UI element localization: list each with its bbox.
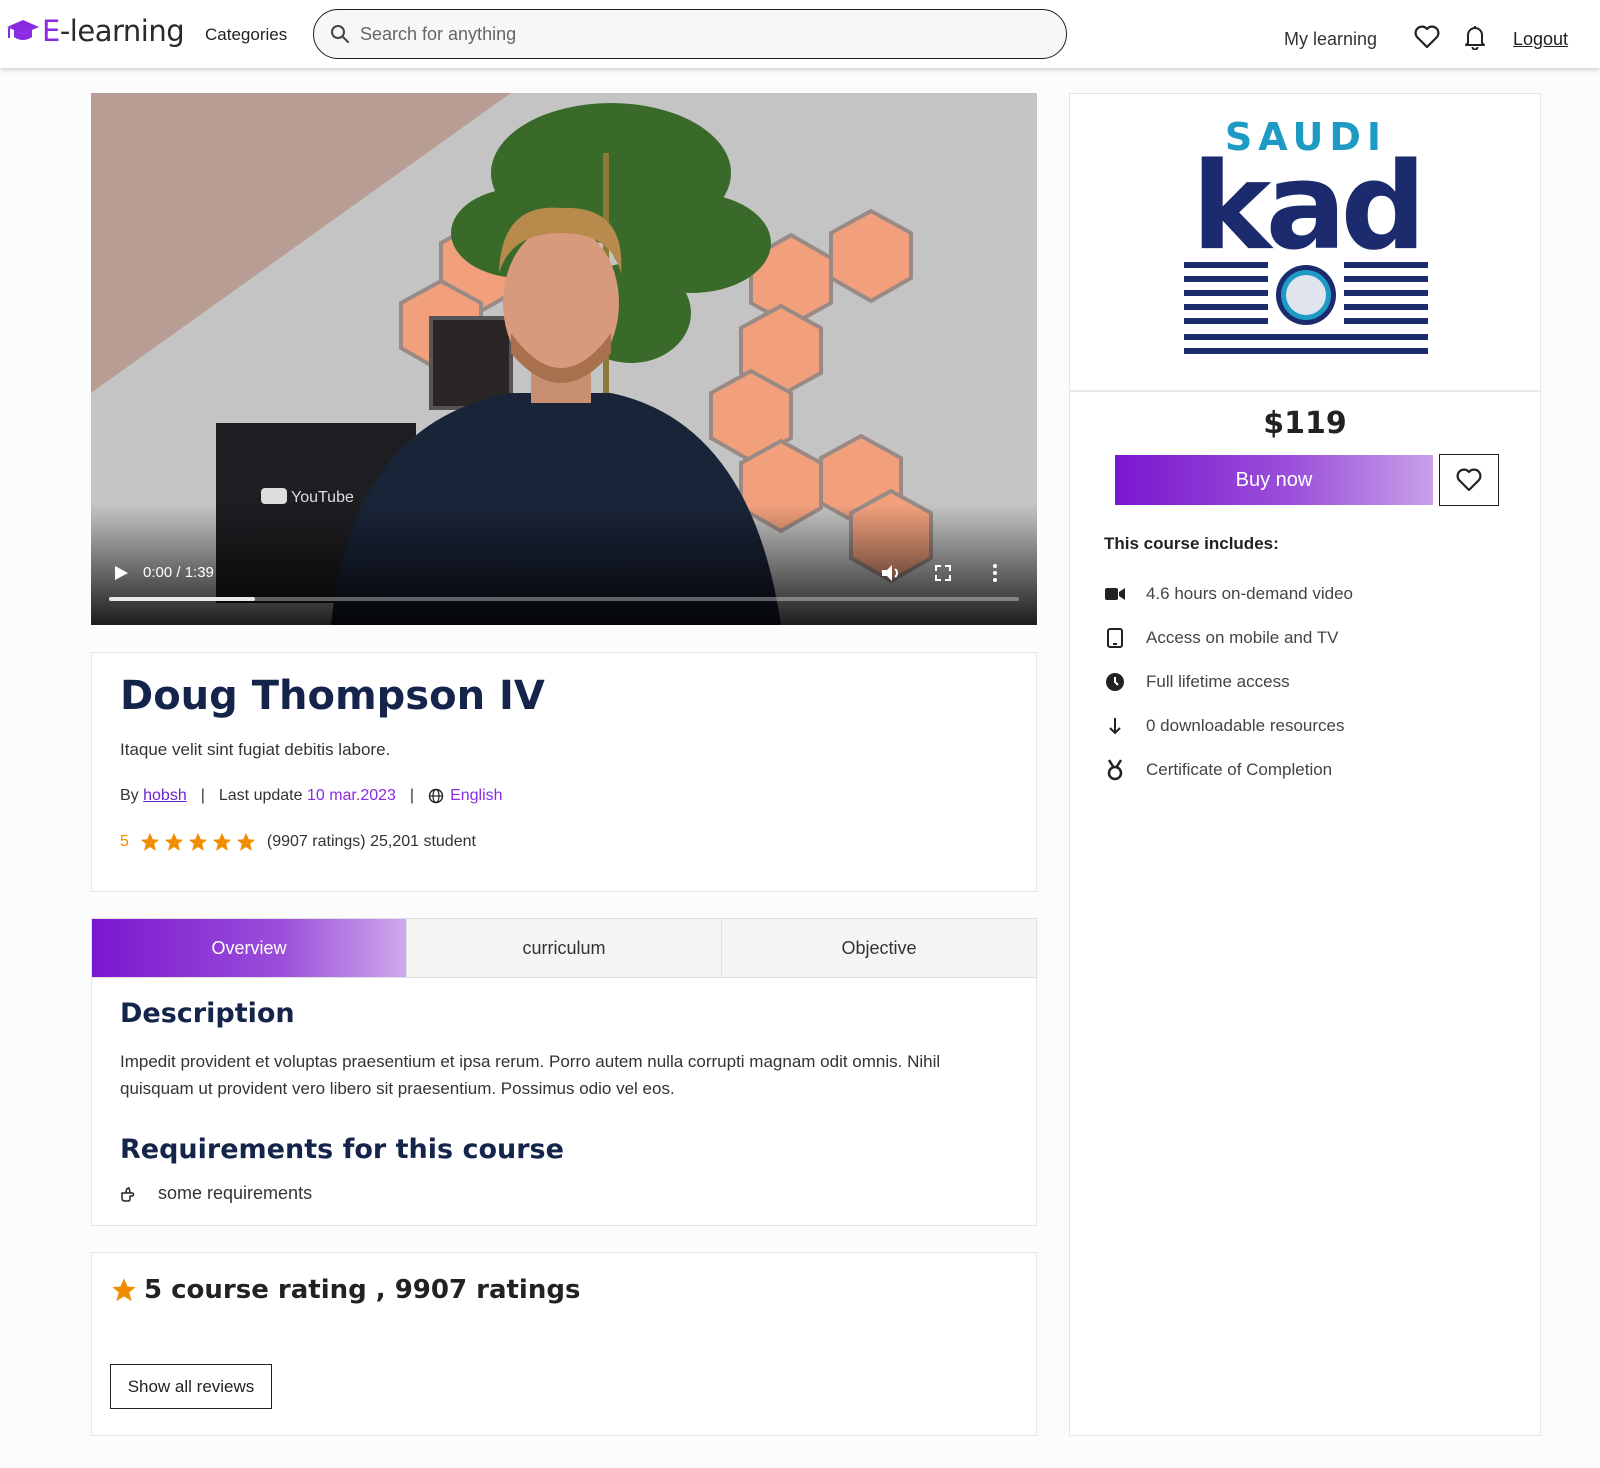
course-thumbnail: SAUDI kad bbox=[1070, 94, 1540, 392]
wishlist-button[interactable] bbox=[1412, 22, 1442, 52]
course-preview-video[interactable]: YouTube 0:00 / 1:39 bbox=[91, 93, 1037, 625]
purchase-sidebar: SAUDI kad $119 Buy now This course inclu… bbox=[1069, 93, 1541, 1436]
course-info-card: Doug Thompson IV Itaque velit sint fugia… bbox=[91, 652, 1037, 892]
course-subtitle: Itaque velit sint fugiat debitis labore. bbox=[120, 740, 391, 759]
description-heading: Description bbox=[120, 998, 295, 1029]
video-time: 0:00 / 1:39 bbox=[143, 564, 214, 581]
separator: | bbox=[409, 787, 415, 804]
last-update-date: 10 mar.2023 bbox=[306, 787, 396, 804]
language: English bbox=[450, 787, 503, 804]
overview-panel: Description Impedit provident et volupta… bbox=[91, 978, 1037, 1226]
course-title: Doug Thompson IV bbox=[120, 673, 545, 719]
star-rating bbox=[139, 831, 259, 853]
brand-name: E-learning bbox=[42, 14, 185, 48]
more-options-icon[interactable] bbox=[983, 561, 1007, 585]
video-progress-bar[interactable] bbox=[109, 597, 1019, 601]
tab-objective[interactable]: Objective bbox=[722, 919, 1036, 977]
include-text: Access on mobile and TV bbox=[1146, 628, 1339, 647]
separator: | bbox=[200, 787, 205, 804]
description-text: Impedit provident et voluptas praesentiu… bbox=[120, 1052, 941, 1098]
include-item: Certificate of Completion bbox=[1104, 748, 1353, 792]
star-icon bbox=[188, 832, 208, 851]
pointing-hand-icon bbox=[121, 1186, 135, 1202]
show-all-reviews-button[interactable]: Show all reviews bbox=[110, 1364, 272, 1409]
reviews-card: 5 course rating , 9907 ratings Show all … bbox=[91, 1252, 1037, 1436]
include-text: 4.6 hours on-demand video bbox=[1146, 584, 1353, 603]
volume-icon[interactable] bbox=[879, 561, 903, 585]
include-item: Full lifetime access bbox=[1104, 660, 1353, 704]
rating-row: 5 (9907 ratings) 25,201 student bbox=[120, 831, 476, 853]
ratings-count: (9907 ratings) 25,201 student bbox=[266, 833, 476, 850]
logout-link[interactable]: Logout bbox=[1513, 29, 1568, 50]
requirement-item: some requirements bbox=[120, 1183, 312, 1204]
notifications-button[interactable] bbox=[1460, 22, 1490, 52]
author-link[interactable]: hobsh bbox=[143, 787, 187, 805]
tab-overview[interactable]: Overview bbox=[92, 919, 407, 977]
heart-icon bbox=[1414, 25, 1440, 49]
saudi-kad-logo: SAUDI kad bbox=[1184, 120, 1428, 354]
categories-menu[interactable]: Categories bbox=[205, 25, 287, 45]
play-icon[interactable] bbox=[111, 563, 131, 583]
my-learning-link[interactable]: My learning bbox=[1284, 29, 1377, 50]
globe-icon bbox=[428, 788, 444, 804]
star-icon bbox=[140, 832, 160, 851]
buy-now-button[interactable]: Buy now bbox=[1115, 455, 1433, 505]
search-input[interactable] bbox=[360, 23, 1040, 45]
brand-logo[interactable]: E-learning bbox=[6, 14, 185, 48]
add-to-wishlist-button[interactable] bbox=[1439, 454, 1499, 506]
video-progress-fill bbox=[109, 597, 255, 601]
star-icon bbox=[112, 1278, 136, 1302]
include-text: Certificate of Completion bbox=[1146, 760, 1333, 779]
clock-icon bbox=[1104, 671, 1126, 693]
include-text: 0 downloadable resources bbox=[1146, 716, 1345, 735]
tab-curriculum[interactable]: curriculum bbox=[407, 919, 722, 977]
top-navbar: E-learning Categories My learning Logout bbox=[0, 0, 1600, 68]
requirement-text: some requirements bbox=[158, 1183, 313, 1203]
search-bar[interactable] bbox=[313, 9, 1067, 59]
course-tabs: Overview curriculum Objective bbox=[91, 918, 1037, 978]
rating-score: 5 bbox=[120, 833, 129, 850]
include-item: 0 downloadable resources bbox=[1104, 704, 1353, 748]
reviews-summary-text: 5 course rating , 9907 ratings bbox=[144, 1275, 581, 1305]
heart-icon bbox=[1456, 468, 1482, 492]
graduation-cap-icon bbox=[7, 20, 39, 40]
download-icon bbox=[1104, 715, 1126, 737]
search-icon bbox=[331, 25, 349, 43]
youtube-watermark: YouTube bbox=[291, 489, 354, 506]
include-item: 4.6 hours on-demand video bbox=[1104, 572, 1353, 616]
star-icon bbox=[164, 832, 184, 851]
medal-icon bbox=[1104, 759, 1126, 781]
fullscreen-icon[interactable] bbox=[931, 561, 955, 585]
video-controls: 0:00 / 1:39 bbox=[91, 545, 1037, 625]
includes-title: This course includes: bbox=[1104, 534, 1279, 553]
svg-text:kad: kad bbox=[1192, 138, 1421, 277]
mobile-icon bbox=[1104, 627, 1126, 649]
include-text: Full lifetime access bbox=[1146, 672, 1290, 691]
star-icon bbox=[212, 832, 232, 851]
include-item: Access on mobile and TV bbox=[1104, 616, 1353, 660]
last-update-label: Last update bbox=[218, 787, 303, 804]
includes-list: 4.6 hours on-demand video Access on mobi… bbox=[1104, 572, 1353, 792]
video-icon bbox=[1104, 583, 1126, 605]
by-label: By bbox=[120, 787, 139, 804]
course-price: $119 bbox=[1263, 406, 1347, 441]
requirements-heading: Requirements for this course bbox=[120, 1134, 564, 1165]
bell-icon bbox=[1465, 26, 1485, 50]
reviews-summary: 5 course rating , 9907 ratings bbox=[110, 1275, 580, 1305]
course-meta: By hobsh | Last update 10 mar.2023 | Eng… bbox=[120, 787, 503, 805]
star-icon bbox=[236, 832, 256, 851]
